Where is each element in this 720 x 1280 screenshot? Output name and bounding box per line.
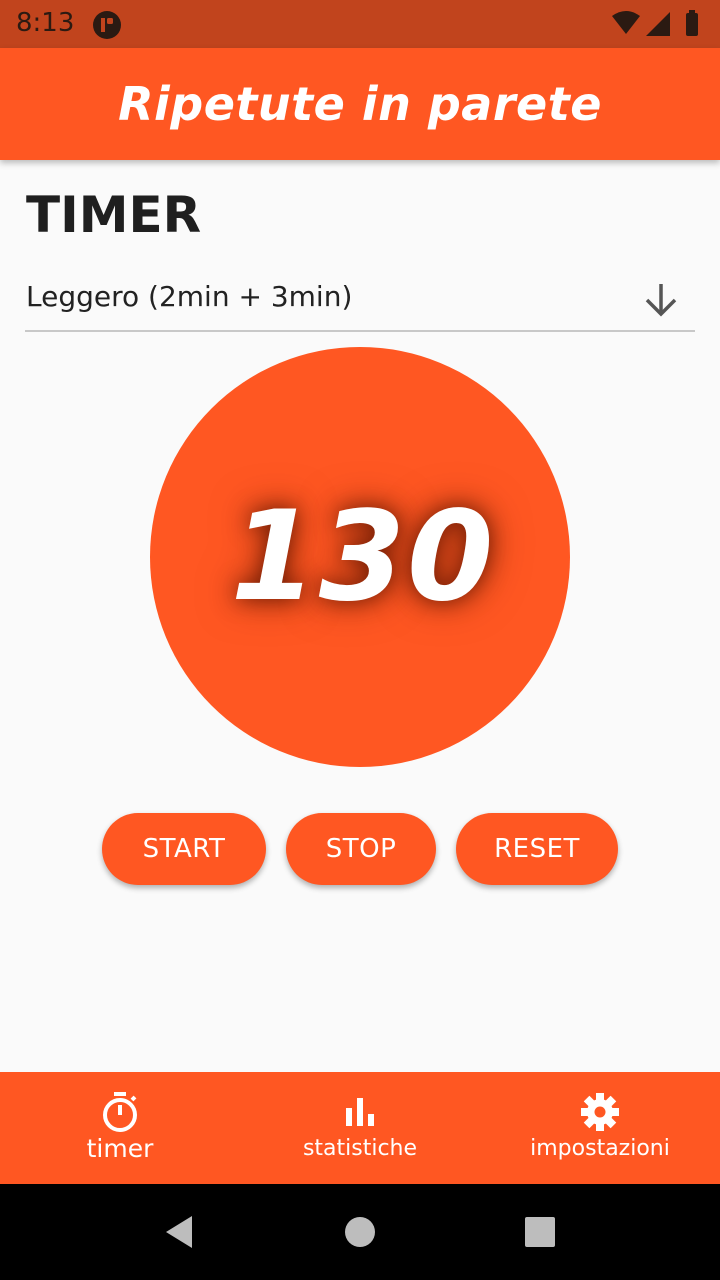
app-title: Ripetute in parete — [118, 77, 602, 131]
workout-dropdown[interactable]: Leggero (2min + 3min) — [25, 268, 695, 332]
status-bar: 8:13 — [0, 0, 720, 48]
recents-icon[interactable] — [520, 1212, 560, 1252]
nav-label-impostazioni: impostazioni — [530, 1136, 670, 1161]
nav-item-timer[interactable]: timer — [40, 1072, 200, 1184]
battery-icon — [686, 13, 698, 36]
nav-label-timer: timer — [86, 1134, 154, 1163]
arrow-down-icon — [645, 284, 677, 317]
nav-item-statistiche[interactable]: statistiche — [280, 1072, 440, 1184]
gear-icon — [581, 1093, 619, 1131]
nav-item-impostazioni[interactable]: impostazioni — [510, 1072, 690, 1184]
signal-icon — [646, 12, 670, 36]
nav-label-statistiche: statistiche — [302, 1136, 418, 1161]
stopwatch-icon — [103, 1092, 137, 1132]
section-title: TIMER — [26, 186, 202, 244]
status-icons — [612, 10, 698, 36]
bottom-navigation: timer statistiche impostazioni — [0, 1072, 720, 1184]
stop-button[interactable]: STOP — [286, 813, 436, 885]
dropdown-selected-value: Leggero (2min + 3min) — [26, 280, 353, 313]
app-bar: Ripetute in parete — [0, 48, 720, 160]
back-icon[interactable] — [160, 1212, 200, 1252]
timer-display: 130 — [150, 347, 570, 767]
timer-value: 130 — [230, 485, 496, 629]
bar-chart-icon — [346, 1098, 374, 1126]
start-button[interactable]: START — [102, 813, 266, 885]
status-time: 8:13 — [16, 8, 75, 38]
home-icon[interactable] — [340, 1212, 380, 1252]
system-navigation-bar — [0, 1184, 720, 1280]
wifi-icon — [612, 11, 640, 34]
reset-button[interactable]: RESET — [456, 813, 618, 885]
app-notification-icon — [93, 11, 121, 39]
